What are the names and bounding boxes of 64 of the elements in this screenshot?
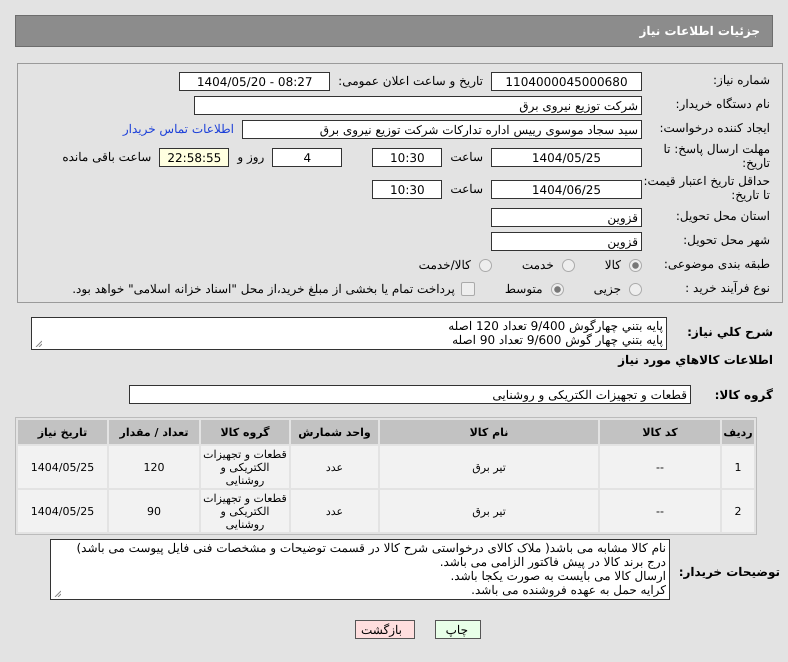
description-textarea[interactable]: پايه بتني چهارگوش 9/400 تعداد 120 اصله پايه بتني چهار گوش 9/600 تعداد 90 اصله [31,317,667,350]
field-label: طبقه بندی موضوعی: [662,258,771,272]
days-label: روز و [237,150,264,164]
table-cell: قطعات و تجهیزات الکتریکی و روشنایی [201,446,289,488]
section-heading: اطلاعات كالاهاي مورد نياز [616,353,774,367]
input-field[interactable]: 1104000045000680 [491,72,642,90]
table-cell: 1404/05/25 [18,446,107,488]
input-field[interactable]: قزوین [491,232,642,250]
field-label: شرح کلي نياز: [686,324,773,339]
table-cell: 1 [722,446,754,488]
time-label: ساعت [450,150,483,164]
notes-textarea[interactable]: نام کالا مشابه می باشد( ملاک کالای درخواستی شرح کالا در قسمت توضیحات و مشخصات فنی فایل پیوست می باشد) درج برند کالا در پیش فاکتور الزامی می باشد. ارسال کالا می بایست به صورت یکجا باشد. کرایه حمل به عهده فروشنده می باشد. [50,539,670,600]
radio-label: متوسط [504,282,543,296]
input-field[interactable]: 10:30 [372,180,442,198]
input-field[interactable]: قزوین [491,208,642,226]
table-cell: تیر برق [380,490,598,532]
input-field[interactable]: 1404/05/25 [491,148,642,166]
table-cell: قطعات و تجهیزات الکتریکی و روشنایی [201,490,289,532]
radio-label: کالا/خدمت [418,258,471,272]
column-header: نام کالا [380,420,598,444]
table-cell: 1404/05/25 [18,490,107,532]
print-button[interactable]: چاپ [435,620,481,639]
input-field[interactable]: شرکت توزیع نیروی برق [194,96,642,114]
table-cell: عدد [291,446,378,488]
input-field[interactable]: 1404/06/25 [491,180,642,198]
column-header: گروه کالا [201,420,289,444]
checkbox-label: پرداخت تمام یا بخشی از مبلغ خرید،از محل "اسناد خزانه اسلامی" خواهد بود. [72,282,455,296]
field-label: توضیحات خریدار: [678,564,781,579]
page-title: جزئیات اطلاعات نیاز [639,24,760,38]
table-cell: عدد [291,490,378,532]
input-field[interactable]: قطعات و تجهیزات الکتریکی و روشنایی [129,385,691,404]
column-header: واحد شمارش [291,420,378,444]
radio-label: جزیی [594,282,621,296]
radio-label: خدمت [522,258,554,272]
field-label: نام دستگاه خریدار: [674,98,771,112]
table-cell: 90 [109,490,199,532]
column-header: ردیف [722,420,754,444]
column-header: تاریخ نیاز [18,420,107,444]
countdown-field: 22:58:55 [159,148,230,166]
field-label: شهر محل تحویل: [682,234,771,248]
input-field[interactable]: 4 [272,148,342,166]
radio-label: کالا [604,258,621,272]
field-label: مهلت ارسال پاسخ: تا تاریخ: [662,143,771,171]
input-field[interactable]: سید سجاد موسوی رییس اداره تدارکات شرکت توزیع نیروی برق [242,120,642,138]
input-field[interactable]: 1404/05/20 - 08:27 [179,72,330,90]
column-header: تعداد / مقدار [109,420,199,444]
field-label: نوع فرآیند خرید : [684,282,771,296]
table-cell: تیر برق [380,446,598,488]
remaining-label: ساعت باقی مانده [62,150,152,164]
field-label: ایجاد کننده درخواست: [658,122,771,136]
table-cell: 120 [109,446,199,488]
time-label: ساعت [450,182,483,196]
field-label: تاریخ و ساعت اعلان عمومی: [338,74,483,88]
field-label: استان محل تحویل: [674,210,771,224]
input-field[interactable]: 10:30 [372,148,442,166]
field-label: شماره نیاز: [712,74,771,88]
contact-link[interactable]: اطلاعات تماس خریدار [122,122,234,136]
column-header: کد کالا [600,420,720,444]
back-button[interactable]: بازگشت [355,620,415,639]
table-cell: -- [600,490,720,532]
field-label: گروه کالا: [714,388,773,402]
field-label: حداقل تاریخ اعتبار قیمت: تا تاریخ: [642,175,771,203]
table-cell: 2 [722,490,754,532]
table-cell: -- [600,446,720,488]
